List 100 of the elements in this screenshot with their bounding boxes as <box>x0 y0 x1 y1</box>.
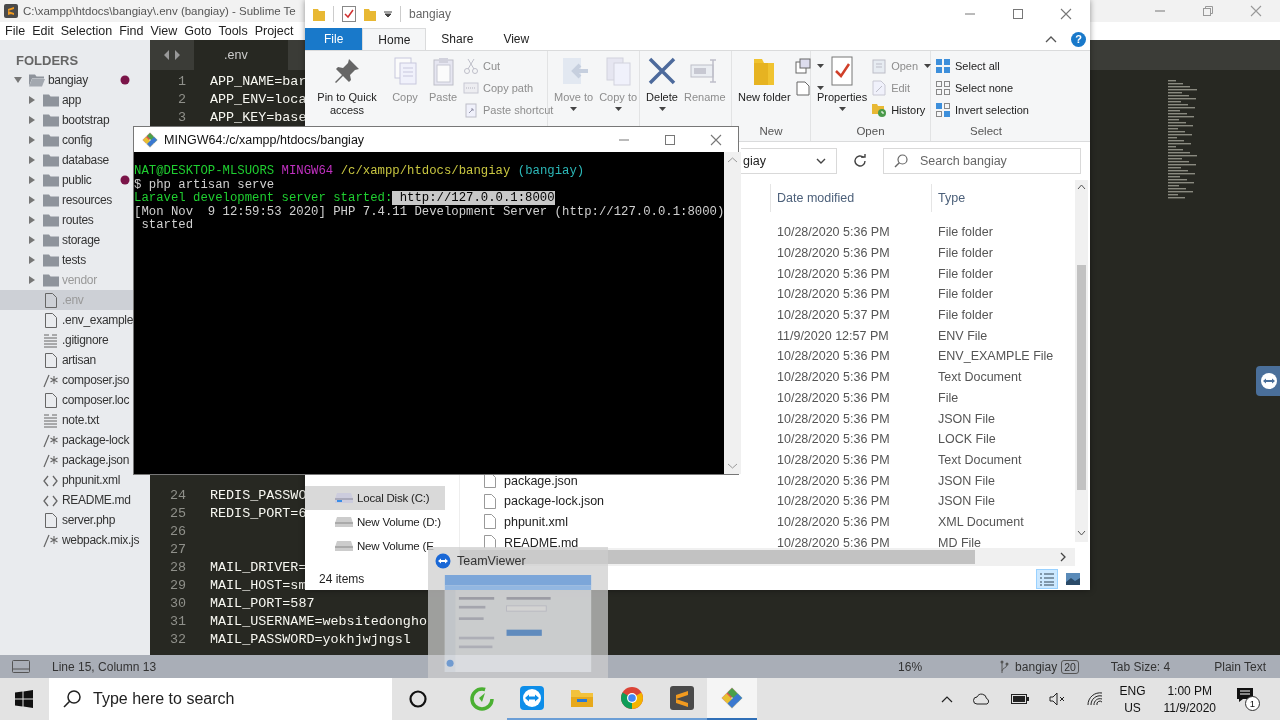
menu-item[interactable]: Goto <box>181 24 215 38</box>
tree-item[interactable]: tests <box>62 253 86 267</box>
column-header[interactable]: Type <box>931 184 1071 212</box>
caret-icon[interactable] <box>28 256 36 264</box>
restore-icon[interactable] <box>1202 5 1214 17</box>
arrows-circle-icon <box>520 686 544 710</box>
taskbar-app-button[interactable] <box>707 678 757 720</box>
ribbon-button[interactable]: History <box>871 101 932 119</box>
ribbon-button[interactable]: Select none <box>935 79 1029 97</box>
browser-logo-icon <box>620 686 644 710</box>
tree-item[interactable]: phpunit.xml <box>62 473 121 487</box>
ribbon-tab[interactable]: File <box>305 28 363 50</box>
column-header[interactable]: Date modified <box>770 184 931 212</box>
status-text[interactable]: Tab Size: 4 <box>1110 659 1171 674</box>
tree-item[interactable]: storage <box>62 233 100 247</box>
terminal-line: NAT@DESKTOP-MLSUORS MINGW64 /c/xampp/htdocs/bangiay (bangiay) <box>134 165 586 179</box>
tree-item[interactable]: bangiay <box>48 73 88 87</box>
caret-icon[interactable] <box>28 96 36 104</box>
search-field[interactable]: Type here to search <box>49 678 392 720</box>
ribbon-tab[interactable]: View <box>488 28 545 50</box>
editor-tab[interactable]: .env <box>194 40 288 70</box>
tree-item[interactable]: .env_example <box>62 313 134 327</box>
language-indicator[interactable]: ENG US <box>1119 683 1146 715</box>
wifi-icon[interactable] <box>1087 692 1104 706</box>
menu-item[interactable]: Selection <box>57 24 116 38</box>
tree-item[interactable]: composer.jso <box>62 373 130 387</box>
close-icon[interactable] <box>710 133 722 146</box>
caret-icon[interactable] <box>28 236 36 244</box>
tree-item[interactable]: app <box>62 93 82 107</box>
ribbon-button[interactable]: Delete <box>644 55 680 111</box>
menu-item[interactable]: Find <box>116 24 147 38</box>
caret-icon[interactable] <box>28 156 36 164</box>
tree-item[interactable]: artisan <box>62 353 96 367</box>
ribbon-icon-button[interactable] <box>794 57 824 75</box>
ribbon-button[interactable]: Invert selection <box>935 101 1029 119</box>
ribbon-button[interactable]: Properties <box>815 55 870 111</box>
file-name[interactable]: package-lock.json <box>504 494 605 509</box>
panel-toggle-icon[interactable] <box>12 660 30 673</box>
type-cell-text: MD File <box>937 535 983 550</box>
git-branch[interactable]: bangiay <box>1015 659 1058 674</box>
caret-icon[interactable] <box>28 196 36 204</box>
file-name[interactable]: package.json <box>504 473 578 488</box>
maximize-icon[interactable] <box>1012 8 1024 20</box>
tree-item[interactable]: public <box>62 173 92 187</box>
maximize-icon[interactable] <box>664 133 676 146</box>
chevron-up-icon[interactable] <box>941 695 954 703</box>
caret-icon[interactable] <box>14 76 22 84</box>
help-button[interactable]: ? <box>1071 31 1086 47</box>
ribbon-button[interactable]: New folder <box>736 55 793 104</box>
menu-item[interactable]: Tools <box>215 24 251 38</box>
tree-item[interactable]: README.md <box>62 493 131 507</box>
windows-logo-icon[interactable] <box>15 690 33 708</box>
tree-item[interactable]: package-lock <box>62 433 130 447</box>
close-icon[interactable] <box>1250 5 1262 17</box>
tree-item[interactable]: config <box>62 133 93 147</box>
vertical-scrollbar[interactable] <box>1075 180 1088 542</box>
menu-item[interactable]: File <box>2 24 29 38</box>
caret-icon[interactable] <box>28 176 36 184</box>
tree-item[interactable]: database <box>62 153 109 167</box>
nav-item[interactable]: Local Disk (C:) <box>305 486 445 510</box>
file-name[interactable]: README.md <box>504 535 579 550</box>
checklist-icon[interactable] <box>342 6 356 22</box>
battery-icon[interactable] <box>1011 694 1030 704</box>
file-name[interactable]: phpunit.xml <box>504 514 568 529</box>
menu-item[interactable]: View <box>147 24 181 38</box>
ribbon-button[interactable]: Select all <box>935 57 1029 75</box>
chevron-up-icon[interactable] <box>1045 35 1057 43</box>
circle-icon[interactable] <box>409 690 427 708</box>
vertical-scrollbar[interactable] <box>724 152 742 474</box>
tree-item[interactable]: .gitignore <box>62 333 109 347</box>
dropdown-caret-icon[interactable] <box>384 10 392 18</box>
tree-item[interactable]: bootstrap <box>62 113 110 127</box>
ribbon-tab[interactable]: Home <box>362 28 427 50</box>
tree-item[interactable]: routes <box>62 213 94 227</box>
tree-item[interactable]: package.json <box>62 453 130 467</box>
ribbon-button[interactable]: Pin to Quick access <box>309 55 385 117</box>
window-preview-tooltip[interactable]: TeamViewer <box>428 547 608 678</box>
clock[interactable]: 1:00 PM 11/9/2020 <box>1163 683 1216 715</box>
caret-icon[interactable] <box>28 136 36 144</box>
search-field[interactable]: Search bangiay <box>883 148 1081 174</box>
close-icon[interactable] <box>1060 8 1072 20</box>
tree-item[interactable]: server.php <box>62 513 116 527</box>
caret-icon[interactable] <box>28 276 36 284</box>
caret-icon[interactable] <box>28 116 36 124</box>
menu-item[interactable]: Edit <box>29 24 57 38</box>
tree-item[interactable]: webpack.mix.js <box>62 533 140 547</box>
file-icon <box>484 514 496 530</box>
menu-item[interactable]: Project <box>251 24 297 38</box>
address-bar[interactable]: giay <box>741 148 837 174</box>
tree-item[interactable]: composer.loc <box>62 393 130 407</box>
cloud-icon[interactable] <box>973 693 992 705</box>
tree-item[interactable]: resources <box>62 193 112 207</box>
nav-item[interactable]: New Volume (D:) <box>305 510 459 534</box>
status-text[interactable]: Plain Text <box>1214 659 1267 674</box>
caret-icon[interactable] <box>28 216 36 224</box>
refresh-icon[interactable] <box>853 154 867 168</box>
chevron-down-icon[interactable] <box>816 158 826 164</box>
system-drive-icon <box>335 492 353 504</box>
ribbon-tab[interactable]: Share <box>426 28 489 50</box>
tree-item[interactable]: note.txt <box>62 413 99 427</box>
